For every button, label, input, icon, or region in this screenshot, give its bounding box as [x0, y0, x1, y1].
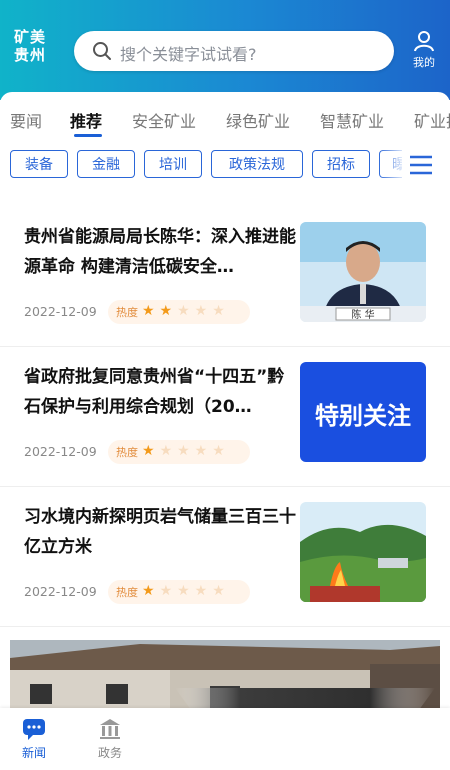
nav-news-label: 新闻	[21, 746, 46, 760]
chip-equipment[interactable]: 装备	[10, 150, 68, 178]
chip-finance[interactable]: 金融	[77, 150, 135, 178]
nav-government[interactable]: 政务	[88, 718, 132, 761]
tab-safe-mining[interactable]: 安全矿业	[132, 108, 196, 132]
news-icon	[23, 719, 45, 740]
nav-government-label: 政务	[97, 746, 122, 760]
government-icon	[100, 719, 120, 739]
my-profile-label: 我的	[413, 56, 435, 69]
chip-bidding[interactable]: 招标	[312, 150, 370, 178]
article-date: 2022-12-09	[24, 444, 97, 459]
my-profile-button[interactable]: 我的	[406, 30, 442, 70]
search-placeholder: 搜个关键字试试看?	[120, 45, 257, 64]
gas-field-photo-icon	[300, 502, 426, 602]
hot-rating-badge: 热度 ★★★★★	[108, 440, 250, 464]
hot-rating-badge: 热度 ★★★★★	[108, 580, 250, 604]
article-thumbnail: 特别关注	[300, 362, 426, 462]
article-item[interactable]: 习水境内新探明页岩气储量三百三十亿立方米 2022-12-09 热度 ★★★★★	[0, 488, 450, 627]
sub-category-chips: 装备 金融 培训 政策法规 招标 曝	[0, 146, 450, 186]
search-bar[interactable]: 搜个关键字试试看?	[74, 31, 394, 71]
category-tabs: 要闻 推荐 安全矿业 绿色矿业 智慧矿业 矿业技	[0, 92, 450, 144]
logo-line-1: 矿美	[14, 28, 47, 46]
thumbnail-caption: 陈 华	[351, 308, 374, 321]
search-icon	[93, 42, 111, 60]
logo-line-2: 贵州	[14, 46, 47, 64]
article-date: 2022-12-09	[24, 584, 97, 599]
rating-stars: ★★★★★	[142, 583, 230, 599]
hot-label: 热度	[116, 446, 138, 459]
rating-stars: ★★★★★	[142, 303, 230, 319]
article-title: 习水境内新探明页岩气储量三百三十亿立方米	[24, 507, 296, 557]
hot-label: 热度	[116, 306, 138, 319]
chip-policy[interactable]: 政策法规	[211, 150, 303, 178]
rating-stars: ★★★★★	[142, 443, 230, 459]
article-item[interactable]: 省政府批复同意贵州省“十四五”黔石保护与利用综合规划（20… 2022-12-0…	[0, 348, 450, 487]
article-date: 2022-12-09	[24, 304, 97, 319]
app-header: 矿美 贵州 搜个关键字试试看? 我的	[0, 0, 450, 100]
tab-headlines[interactable]: 要闻	[10, 108, 42, 132]
app-logo: 矿美 贵州	[14, 28, 58, 64]
special-focus-label: 特别关注	[315, 402, 411, 430]
speaker-photo-icon: 陈 华	[300, 222, 426, 322]
user-icon	[414, 31, 434, 52]
tab-recommended[interactable]: 推荐	[70, 108, 102, 132]
nav-news[interactable]: 新闻	[12, 718, 56, 761]
article-title: 贵州省能源局局长陈华：深入推进能源革命 构建清洁低碳安全…	[24, 227, 296, 277]
chip-training[interactable]: 培训	[144, 150, 202, 178]
article-thumbnail	[300, 502, 426, 602]
menu-icon[interactable]	[408, 154, 434, 176]
article-title: 省政府批复同意贵州省“十四五”黔石保护与利用综合规划（20…	[24, 367, 285, 417]
hot-label: 热度	[116, 586, 138, 599]
article-item[interactable]: 贵州省能源局局长陈华：深入推进能源革命 构建清洁低碳安全… 2022-12-09…	[0, 208, 450, 347]
article-thumbnail: 陈 华	[300, 222, 426, 322]
tab-mining-tech[interactable]: 矿业技	[414, 108, 450, 132]
tab-smart-mining[interactable]: 智慧矿业	[320, 108, 384, 132]
tab-green-mining[interactable]: 绿色矿业	[226, 108, 290, 132]
hot-rating-badge: 热度 ★★★★★	[108, 300, 250, 324]
bottom-navigation: 新闻 政务	[0, 708, 450, 770]
active-tab-indicator	[74, 134, 102, 137]
